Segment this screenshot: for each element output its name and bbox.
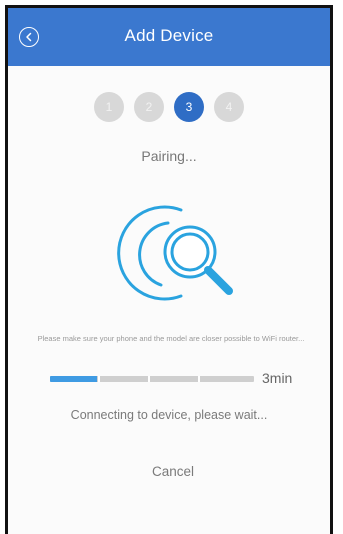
step-4: 4: [214, 92, 244, 122]
progress-segment-divider: [198, 376, 200, 382]
progress-segment-divider: [98, 376, 100, 382]
progress-segment-divider: [148, 376, 150, 382]
search-device-icon: [117, 205, 233, 301]
header-bar: Add Device: [8, 8, 330, 66]
pairing-status: Pairing...: [141, 148, 197, 164]
progress-time-label: 3min: [262, 370, 293, 386]
connecting-status: Connecting to device, please wait...: [70, 408, 268, 422]
progress-bar: [50, 376, 254, 382]
step-indicator: 1 2 3 4: [8, 92, 330, 122]
app-frame: Add Device 1 2 3 4 Pairing... Please mak…: [5, 5, 333, 534]
step-1: 1: [94, 92, 124, 122]
hint-text: Please make sure your phone and the mode…: [37, 334, 305, 343]
progress-row: 3min: [50, 370, 310, 386]
progress-fill: [50, 376, 97, 382]
step-2: 2: [134, 92, 164, 122]
cancel-button[interactable]: Cancel: [128, 460, 218, 484]
step-3: 3: [174, 92, 204, 122]
page-title: Add Device: [124, 26, 214, 45]
